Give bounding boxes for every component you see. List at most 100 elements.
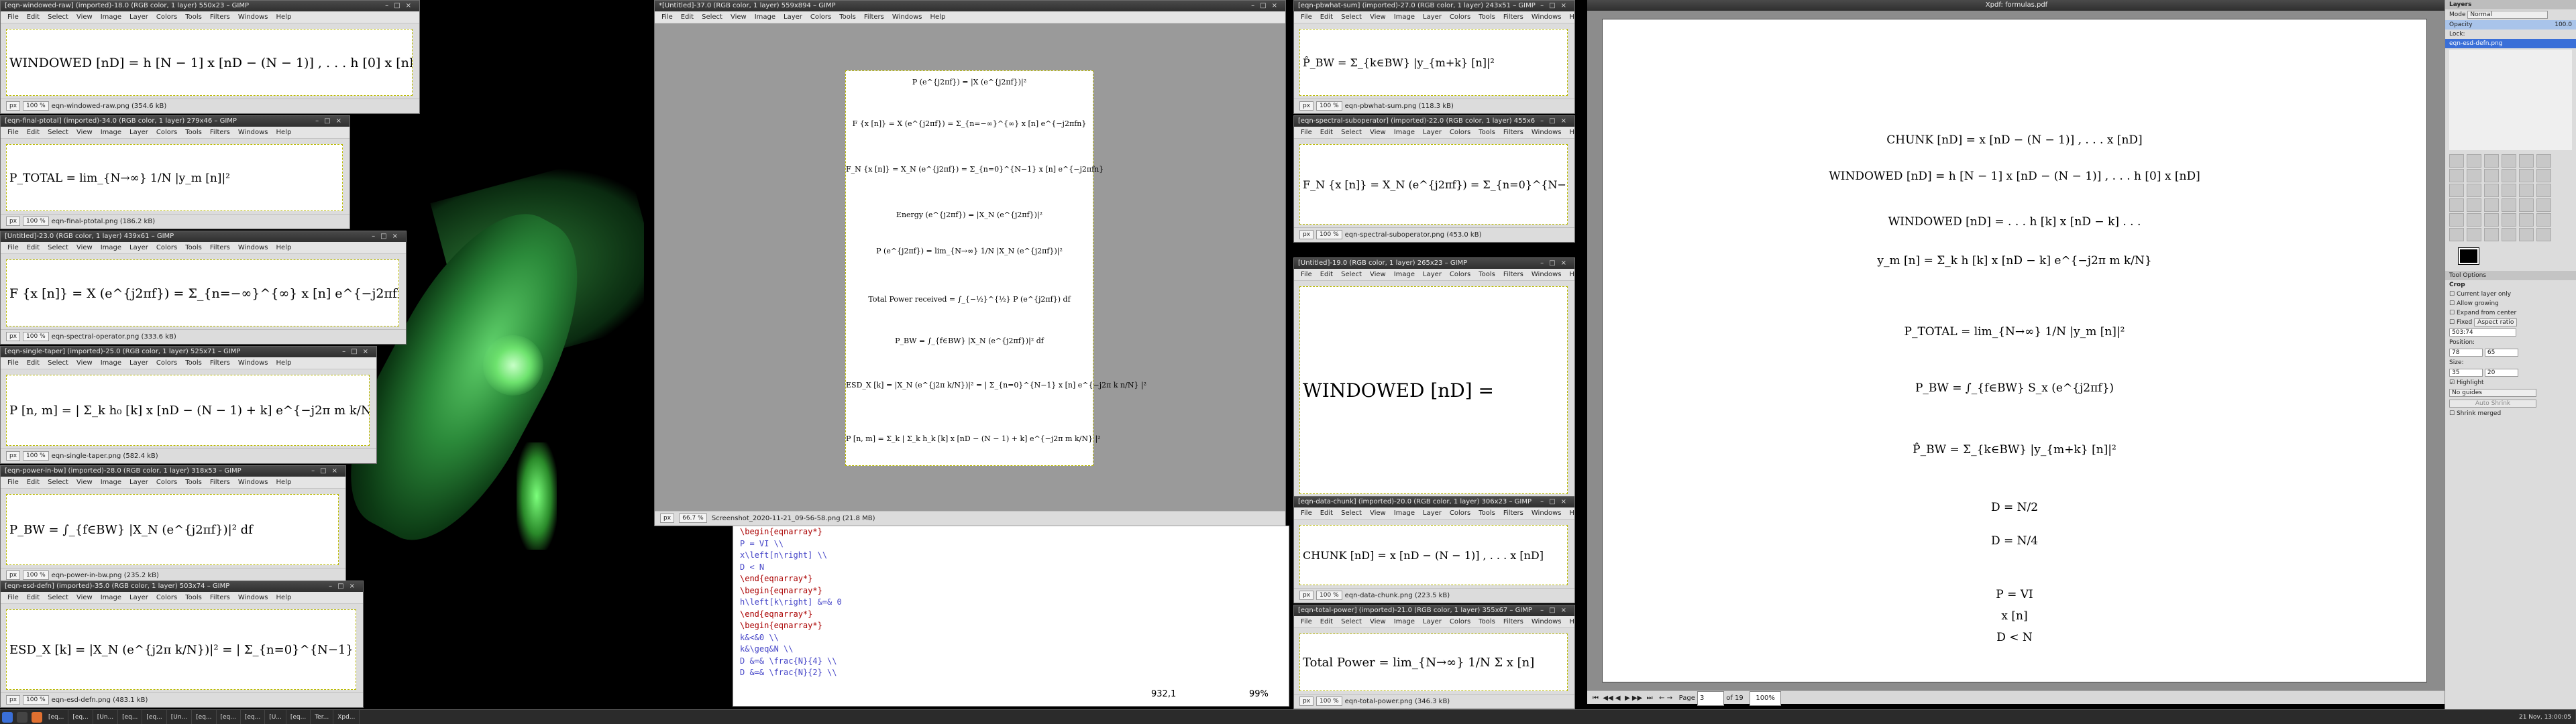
menu-item[interactable]: File: [3, 477, 23, 488]
editor-line[interactable]: \end{eqnarray*}: [740, 609, 1289, 621]
tool-icon[interactable]: [2449, 228, 2464, 241]
tool-icon[interactable]: [2536, 198, 2551, 212]
tool-icon[interactable]: [2467, 154, 2481, 168]
menu-item[interactable]: Windows: [234, 357, 272, 369]
title-bar[interactable]: [eqn-esd-defn] (imported)-35.0 (RGB colo…: [1, 581, 363, 592]
tool-icon[interactable]: [2519, 198, 2534, 212]
pdf-page[interactable]: CHUNK [nD] = x [nD − (N − 1)] , . . . x …: [1602, 19, 2427, 682]
tool-icon[interactable]: [2502, 213, 2516, 227]
tool-icon[interactable]: [2449, 169, 2464, 182]
menu-item[interactable]: Image: [1390, 11, 1419, 23]
title-bar[interactable]: [eqn-windowed-raw] (imported)-18.0 (RGB …: [1, 1, 419, 11]
menu-item[interactable]: Tools: [1474, 269, 1499, 280]
terminal-icon[interactable]: [17, 711, 28, 723]
menu-item[interactable]: Select: [1337, 127, 1366, 138]
menu-item[interactable]: Select: [44, 11, 72, 23]
gimp-window[interactable]: [eqn-final-ptotal] (imported)-34.0 (RGB …: [0, 115, 350, 229]
zoom-select[interactable]: 100 %: [23, 570, 49, 580]
fixed-checkbox[interactable]: ☐: [2449, 319, 2455, 326]
menu-item[interactable]: Colors: [1446, 269, 1474, 280]
menu-item[interactable]: Layer: [1419, 269, 1446, 280]
menu-item[interactable]: Layer: [1419, 507, 1446, 519]
menu-item[interactable]: Edit: [1316, 616, 1337, 627]
menu-item[interactable]: Colors: [152, 242, 181, 253]
tool-icon[interactable]: [2467, 169, 2481, 182]
tool-icon[interactable]: [2502, 154, 2516, 168]
image-canvas[interactable]: ESD_X [k] = |X_N (e^{j2π k/N})|² = | Σ_{…: [6, 609, 356, 690]
menu-item[interactable]: Windows: [1527, 616, 1566, 627]
menu-item[interactable]: Tools: [835, 11, 860, 23]
tool-icon[interactable]: [2484, 169, 2499, 182]
title-bar[interactable]: [eqn-data-chunk] (imported)-20.0 (RGB co…: [1294, 497, 1574, 507]
editor-line[interactable]: D &=& \frac{N}{4} \\: [740, 656, 1289, 668]
tool-icon[interactable]: [2484, 213, 2499, 227]
menu-item[interactable]: View: [1366, 616, 1390, 627]
highlight-checkbox[interactable]: ☑: [2449, 379, 2455, 386]
unit-select[interactable]: px: [1299, 591, 1314, 600]
menu-item[interactable]: Filters: [1499, 127, 1527, 138]
menu-item[interactable]: File: [1297, 127, 1316, 138]
taskbar-button[interactable]: [eq...: [286, 710, 311, 724]
zoom-select[interactable]: 100 %: [23, 101, 49, 111]
menu-item[interactable]: View: [72, 477, 97, 488]
image-canvas[interactable]: P (e^{j2πf}) = |X (e^{j2πf})|² F {x [n]} …: [845, 70, 1146, 466]
menu-item[interactable]: File: [3, 242, 23, 253]
tool-icon[interactable]: [2519, 154, 2534, 168]
menu-item[interactable]: Windows: [234, 592, 272, 603]
tool-option[interactable]: ☐ Expand from center: [2445, 308, 2576, 318]
zoom-select[interactable]: 100 %: [1316, 697, 1342, 706]
unit-select[interactable]: px: [1299, 101, 1314, 111]
zoom-select[interactable]: 100 %: [1316, 101, 1342, 111]
tool-icon[interactable]: [2484, 228, 2499, 241]
text-editor[interactable]: \begin{eqnarray*} P = VI \\ x\left[n\right…: [733, 526, 1289, 707]
menu-item[interactable]: Colors: [806, 11, 835, 23]
menu-item[interactable]: Select: [1337, 11, 1366, 23]
menu-item[interactable]: Filters: [1499, 507, 1527, 519]
title-bar[interactable]: [eqn-total-power] (imported)-21.0 (RGB c…: [1294, 605, 1574, 616]
menu-item[interactable]: Layer: [125, 357, 152, 369]
menu-item[interactable]: Colors: [152, 357, 181, 369]
menu-item[interactable]: Filters: [206, 477, 234, 488]
menu-item[interactable]: Filters: [206, 592, 234, 603]
zoom-select[interactable]: 66.7 %: [679, 514, 707, 523]
menu-item[interactable]: Windows: [234, 242, 272, 253]
tool-icon[interactable]: [2502, 184, 2516, 197]
layers-tab[interactable]: Layers: [2445, 0, 2576, 9]
tool-icon[interactable]: [2536, 184, 2551, 197]
tool-icon[interactable]: [2484, 198, 2499, 212]
menu-item[interactable]: Help: [926, 11, 950, 23]
menu-item[interactable]: Windows: [888, 11, 926, 23]
menu-item[interactable]: Filters: [1499, 269, 1527, 280]
menu-item[interactable]: Tools: [181, 127, 206, 138]
menu-item[interactable]: View: [727, 11, 751, 23]
gimp-window[interactable]: [Untitled]-23.0 (RGB color, 1 layer) 439…: [0, 231, 407, 345]
next-page-button[interactable]: ▶ ▶▶: [1625, 695, 1642, 702]
menu-item[interactable]: Tools: [181, 592, 206, 603]
menu-item[interactable]: View: [72, 242, 97, 253]
taskbar-button[interactable]: [eq...: [217, 710, 241, 724]
menu-item[interactable]: Windows: [1527, 127, 1566, 138]
taskbar-button[interactable]: [Un...: [93, 710, 119, 724]
app-menu-icon[interactable]: [2, 711, 13, 723]
menu-item[interactable]: Filters: [206, 357, 234, 369]
pos-y-input[interactable]: 65: [2484, 349, 2518, 357]
unit-select[interactable]: px: [1299, 230, 1314, 239]
editor-line[interactable]: k&\geq&N \\: [740, 644, 1289, 656]
layer-item[interactable]: eqn-esd-defn.png: [2445, 39, 2576, 48]
menu-item[interactable]: Layer: [125, 242, 152, 253]
unit-select[interactable]: px: [6, 217, 21, 226]
menu-item[interactable]: Windows: [1527, 507, 1566, 519]
menu-item[interactable]: Help: [1566, 507, 1574, 519]
image-canvas[interactable]: CHUNK [nD] = x [nD − (N − 1)] , . . . x …: [1299, 525, 1568, 585]
shrink-merged-checkbox[interactable]: ☐: [2449, 410, 2455, 417]
tool-icon[interactable]: [2502, 198, 2516, 212]
editor-line[interactable]: x\left[n\right] \\: [740, 550, 1289, 562]
title-bar[interactable]: *[Untitled]-37.0 (RGB color, 1 layer) 55…: [655, 1, 1285, 11]
menu-item[interactable]: Edit: [23, 11, 44, 23]
menu-item[interactable]: View: [1366, 127, 1390, 138]
taskbar-button[interactable]: Ter...: [311, 710, 334, 724]
taskbar-button[interactable]: [eq...: [118, 710, 143, 724]
menu-item[interactable]: Image: [97, 11, 125, 23]
menu-item[interactable]: Tools: [181, 357, 206, 369]
unit-select[interactable]: px: [1299, 697, 1314, 706]
